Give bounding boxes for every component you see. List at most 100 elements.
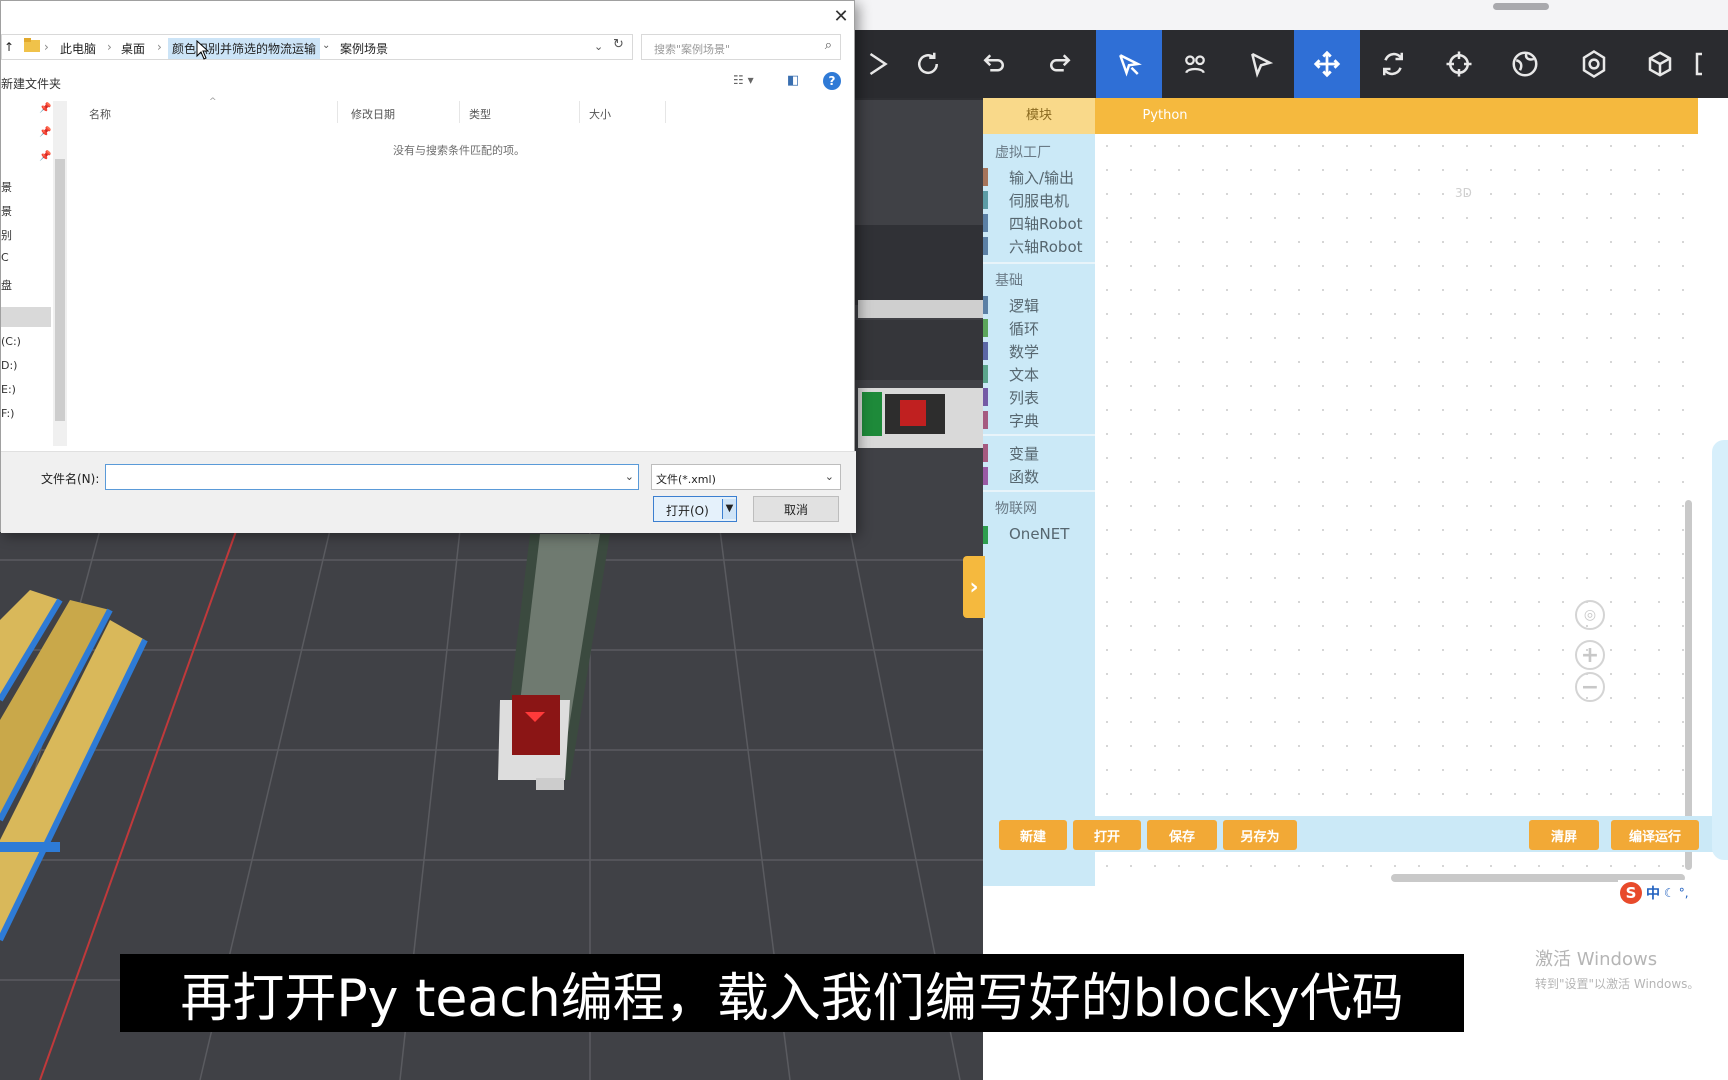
pin-icon[interactable]: 📌 — [39, 151, 51, 162]
column-separator[interactable] — [337, 101, 338, 123]
tab-python[interactable]: Python — [1095, 98, 1235, 134]
workspace-vertical-scrollbar[interactable] — [1685, 500, 1692, 870]
filename-label: 文件名(N): — [41, 472, 100, 486]
recenter-icon[interactable]: ◎ — [1575, 600, 1605, 630]
move-icon[interactable] — [1294, 30, 1360, 98]
save-button[interactable]: 保存 — [1147, 820, 1217, 850]
chevron-down-icon[interactable]: ⌄ — [322, 40, 330, 51]
search-placeholder: 搜索"案例场景" — [654, 43, 731, 56]
zoom-out-icon[interactable]: − — [1575, 672, 1605, 702]
category-color-bar — [983, 411, 988, 429]
pointer-icon[interactable] — [1228, 30, 1294, 98]
cube-icon[interactable] — [1627, 30, 1693, 98]
globe-icon[interactable] — [1492, 30, 1558, 98]
help-icon[interactable]: ? — [823, 72, 841, 90]
toolbox-item-variables[interactable]: 变量 — [983, 442, 1095, 464]
pin-icon[interactable]: 📌 — [39, 103, 51, 114]
chevron-down-icon[interactable]: ⌄ — [594, 40, 603, 53]
crosshair-icon[interactable] — [1426, 30, 1492, 98]
nav-drive-c[interactable]: (C:) — [1, 335, 21, 348]
punctuation-icon[interactable]: °, — [1679, 886, 1689, 900]
new-folder-button[interactable]: 新建文件夹 — [1, 75, 61, 92]
dialog-title-bar[interactable]: ✕ — [1, 1, 856, 31]
column-type[interactable]: 类型 — [469, 106, 491, 122]
nav-item[interactable]: 盘 — [1, 277, 12, 293]
save-as-button[interactable]: 另存为 — [1223, 820, 1297, 850]
view-options-icon[interactable]: ☷ ▾ — [733, 73, 754, 87]
nav-item[interactable]: 别 — [1, 227, 12, 243]
blockly-workspace[interactable]: 3D ◎ + − — [1095, 134, 1698, 886]
open-button[interactable]: 打开(O) ▼ — [653, 496, 737, 522]
column-size[interactable]: 大小 — [589, 106, 611, 122]
toolbox-item-6axis-robot[interactable]: 六轴Robot — [983, 235, 1095, 257]
panel-toggle-icon[interactable]: › — [963, 556, 985, 618]
open-button[interactable]: 打开 — [1073, 820, 1141, 850]
rotate-icon[interactable] — [1360, 30, 1426, 98]
multi-paw-icon[interactable] — [1162, 30, 1228, 98]
drag-handle[interactable] — [1493, 3, 1549, 10]
toolbox-item-logic[interactable]: 逻辑 — [983, 294, 1095, 316]
compile-run-button[interactable]: 编译运行 — [1611, 820, 1699, 850]
ime-mode[interactable]: 中 — [1646, 883, 1660, 903]
breadcrumb-project-folder[interactable]: 颜色识别并筛选的物流运输 — [168, 38, 321, 59]
column-name[interactable]: 名称 — [89, 106, 111, 122]
toolbox-item-dict[interactable]: 字典 — [983, 409, 1095, 431]
undo-icon[interactable] — [961, 30, 1027, 98]
pin-icon[interactable]: 📌 — [39, 127, 51, 138]
refresh-icon[interactable]: ↻ — [613, 37, 624, 52]
address-bar[interactable]: ↑ › 此电脑 › 桌面 › 颜色识别并筛选的物流运输 ⌄ 案例场景 ⌄ — [1, 34, 633, 60]
filename-input[interactable]: ⌄ — [105, 464, 639, 490]
toolbox-item-io[interactable]: 输入/输出 — [983, 166, 1095, 188]
toolbox-item-onenet[interactable]: OneNET — [983, 524, 1095, 546]
nav-item-selected[interactable] — [1, 307, 51, 327]
redo-icon[interactable] — [1027, 30, 1093, 98]
close-icon[interactable]: ✕ — [827, 3, 855, 29]
clear-button[interactable]: 清屏 — [1529, 820, 1599, 850]
new-button[interactable]: 新建 — [999, 820, 1067, 850]
nav-scrollbar-thumb[interactable] — [55, 159, 65, 421]
toolbox-item-servo[interactable]: 伺服电机 — [983, 189, 1095, 211]
chevron-down-icon[interactable]: ⌄ — [825, 470, 834, 483]
nav-drive-f[interactable]: F:) — [1, 407, 14, 420]
toolbox-item-loops[interactable]: 循环 — [983, 317, 1095, 339]
chevron-down-icon[interactable]: ⌄ — [625, 470, 634, 483]
breadcrumb-scenes[interactable]: 案例场景 — [340, 40, 388, 57]
nav-item[interactable]: C — [1, 251, 9, 264]
toolbox-item-label: 字典 — [1009, 412, 1040, 430]
nav-item[interactable]: 景 — [1, 179, 12, 195]
ime-toolbar[interactable]: S 中 ☾ °, — [1618, 880, 1728, 906]
right-panel-edge — [1712, 440, 1728, 860]
magic-select-icon[interactable] — [1096, 30, 1162, 98]
open-dropdown-icon[interactable]: ▼ — [722, 499, 736, 519]
search-input[interactable]: 搜索"案例场景" ⌕ — [641, 34, 841, 60]
settings-icon[interactable] — [1561, 30, 1627, 98]
nav-drive-e[interactable]: E:) — [1, 383, 16, 396]
toolbox-item-label: OneNET — [1009, 525, 1070, 543]
redo-circle-icon[interactable] — [895, 30, 961, 98]
toolbox-item-lists[interactable]: 列表 — [983, 386, 1095, 408]
column-separator[interactable] — [579, 101, 580, 123]
column-separator[interactable] — [459, 101, 460, 123]
cancel-button[interactable]: 取消 — [753, 496, 839, 522]
nav-scrollbar[interactable] — [53, 101, 67, 446]
column-modified[interactable]: 修改日期 — [351, 106, 395, 122]
up-arrow-icon[interactable]: ↑ — [4, 40, 14, 54]
nav-drive-d[interactable]: D:) — [1, 359, 17, 372]
tab-blocks[interactable]: 模块 — [983, 98, 1095, 134]
moon-icon[interactable]: ☾ — [1664, 886, 1675, 900]
toolbox-item-4axis-robot[interactable]: 四轴Robot — [983, 212, 1095, 234]
category-color-bar — [983, 444, 988, 462]
preview-pane-icon[interactable]: ◧ — [787, 73, 799, 88]
toolbox-item-math[interactable]: 数学 — [983, 340, 1095, 362]
toolbox-item-functions[interactable]: 函数 — [983, 465, 1095, 487]
search-icon[interactable]: ⌕ — [825, 38, 832, 53]
zoom-in-icon[interactable]: + — [1575, 640, 1605, 670]
filetype-select[interactable]: 文件(*.xml) ⌄ — [651, 464, 841, 490]
breadcrumb-this-pc[interactable]: 此电脑 — [60, 40, 96, 57]
nav-item[interactable]: 景 — [1, 203, 12, 219]
category-color-bar — [983, 191, 988, 209]
more-icon[interactable] — [1685, 30, 1728, 98]
column-separator[interactable] — [665, 101, 666, 123]
breadcrumb-desktop[interactable]: 桌面 — [121, 40, 145, 57]
toolbox-item-text[interactable]: 文本 — [983, 363, 1095, 385]
